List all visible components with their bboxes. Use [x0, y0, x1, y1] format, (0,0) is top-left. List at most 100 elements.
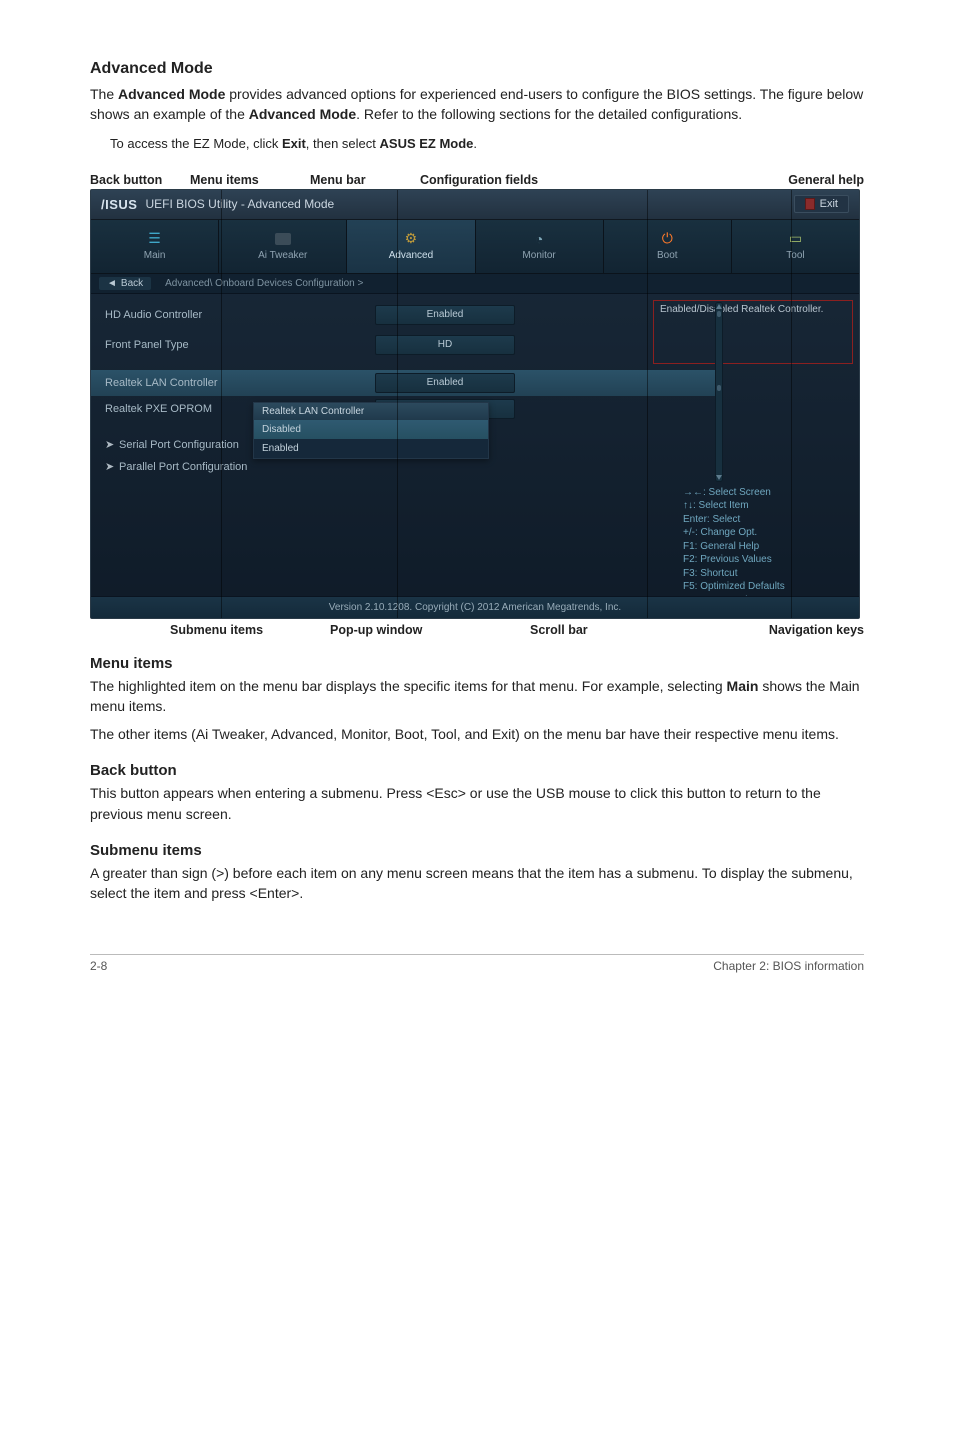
label-general-help: General help	[744, 173, 864, 187]
text-bold: Advanced Mode	[249, 106, 356, 122]
note-row: To access the EZ Mode, click Exit, then …	[90, 135, 864, 153]
version-bar: Version 2.10.1208. Copyright (C) 2012 Am…	[91, 596, 859, 618]
content-area: Enabled/Disabled Realtek Controller. HD …	[91, 294, 859, 594]
page-number: 2-8	[90, 959, 107, 973]
menu-items-paragraph-1: The highlighted item on the menu bar dis…	[90, 676, 864, 717]
text-bold: Main	[727, 678, 759, 694]
hint: F2: Previous Values	[683, 553, 851, 567]
submenu-items-heading: Submenu items	[90, 842, 864, 859]
label-scroll-bar: Scroll bar	[530, 623, 650, 637]
hint: F5: Optimized Defaults	[683, 580, 851, 594]
tab-label: Tool	[786, 250, 804, 261]
tab-monitor[interactable]: ◔ Monitor	[476, 220, 604, 273]
toolbox-icon: ▭	[786, 232, 804, 246]
gauge-icon: ◔	[530, 232, 548, 246]
hint: ↑↓: Select Item	[683, 499, 851, 513]
text-bold: Advanced Mode	[118, 86, 225, 102]
back-arrow-icon: ◄	[107, 278, 117, 289]
tab-advanced[interactable]: ⚙ Advanced	[347, 220, 475, 273]
breadcrumb-bar: ◄ Back Advanced\ Onboard Devices Configu…	[91, 274, 859, 294]
chevron-right-icon: ➤	[105, 438, 115, 451]
exit-door-icon	[805, 198, 815, 210]
label-submenu-items: Submenu items	[170, 623, 330, 637]
exit-button[interactable]: Exit	[794, 195, 849, 213]
label-menu-bar: Menu bar	[310, 173, 420, 187]
tab-main[interactable]: ☰ Main	[91, 220, 219, 273]
back-button-heading: Back button	[90, 762, 864, 779]
general-help-box: Enabled/Disabled Realtek Controller.	[653, 300, 853, 364]
back-button-paragraph: This button appears when entering a subm…	[90, 783, 864, 824]
asus-logo: /ISUS	[101, 197, 137, 212]
scroll-handle-top[interactable]	[717, 311, 721, 317]
text-bold: Exit	[282, 136, 306, 151]
hint: F1: General Help	[683, 540, 851, 554]
text: . Refer to the following sections for th…	[356, 106, 742, 122]
bottom-labels: Submenu items Pop-up window Scroll bar N…	[90, 623, 864, 637]
power-icon: ⏻	[658, 232, 676, 246]
guide-line	[647, 190, 648, 619]
submenu-items-paragraph: A greater than sign (>) before each item…	[90, 863, 864, 904]
text: The	[90, 86, 118, 102]
tab-label: Main	[144, 250, 166, 261]
tab-label: Boot	[657, 250, 678, 261]
hint: F3: Shortcut	[683, 567, 851, 581]
row-hd-audio[interactable]: HD Audio Controller Enabled	[105, 302, 709, 328]
hint: +/-: Change Opt.	[683, 526, 851, 540]
tab-ai-tweaker[interactable]: Ai Tweaker	[219, 220, 347, 273]
bios-header: /ISUS UEFI BIOS Utility - Advanced Mode …	[91, 190, 859, 220]
guide-line	[397, 190, 398, 619]
tab-boot[interactable]: ⏻ Boot	[604, 220, 732, 273]
gear-icon: ⚙	[402, 232, 420, 246]
popup-option-enabled[interactable]: Enabled	[254, 439, 488, 458]
chapter-label: Chapter 2: BIOS information	[713, 959, 864, 973]
menu-items-heading: Menu items	[90, 655, 864, 672]
page-footer: 2-8 Chapter 2: BIOS information	[90, 954, 864, 973]
back-label: Back	[121, 278, 143, 289]
advanced-mode-heading: Advanced Mode	[90, 60, 864, 78]
tab-tool[interactable]: ▭ Tool	[732, 220, 859, 273]
breadcrumb-path: Advanced\ Onboard Devices Configuration …	[165, 278, 363, 289]
row-realtek-lan[interactable]: Realtek LAN Controller Enabled	[91, 370, 723, 396]
bios-title: UEFI BIOS Utility - Advanced Mode	[145, 197, 334, 211]
popup-option-disabled[interactable]: Disabled	[254, 420, 488, 439]
top-labels: Back button Menu items Menu bar Configur…	[90, 173, 864, 187]
note-text: To access the EZ Mode, click Exit, then …	[110, 136, 477, 151]
label-navigation-keys: Navigation keys	[724, 623, 864, 637]
submenu-label: Parallel Port Configuration	[119, 461, 247, 473]
row-front-panel[interactable]: Front Panel Type HD	[105, 332, 709, 358]
text: , then select	[306, 136, 380, 151]
label-config-fields: Configuration fields	[420, 173, 610, 187]
list-icon: ☰	[146, 232, 164, 246]
popup-window: Realtek LAN Controller Disabled Enabled	[253, 402, 489, 459]
text-bold: ASUS EZ Mode	[380, 136, 474, 151]
text: To access the EZ Mode, click	[110, 136, 282, 151]
exit-label: Exit	[820, 198, 838, 210]
scrollbar[interactable]	[715, 302, 723, 482]
tab-label: Monitor	[522, 250, 555, 261]
wrench-icon	[274, 232, 292, 246]
label-back-button: Back button	[90, 173, 190, 187]
scroll-handle-btm[interactable]	[717, 385, 721, 391]
text: The highlighted item on the menu bar dis…	[90, 678, 727, 694]
hint: →←: Select Screen	[683, 486, 851, 500]
cfg-value[interactable]: Enabled	[375, 305, 515, 325]
back-button[interactable]: ◄ Back	[99, 277, 151, 290]
advanced-mode-paragraph: The Advanced Mode provides advanced opti…	[90, 84, 864, 125]
cfg-label: Realtek LAN Controller	[105, 377, 375, 389]
cfg-value[interactable]: HD	[375, 335, 515, 355]
text: .	[473, 136, 477, 151]
guide-line	[221, 190, 222, 619]
scroll-down-icon	[716, 475, 722, 480]
cfg-value[interactable]: Enabled	[375, 373, 515, 393]
tab-label: Advanced	[389, 250, 433, 261]
row-parallel-port[interactable]: ➤ Parallel Port Configuration	[105, 456, 709, 478]
cfg-label: HD Audio Controller	[105, 309, 375, 321]
chevron-right-icon: ➤	[105, 460, 115, 473]
hint: Enter: Select	[683, 513, 851, 527]
guide-line	[791, 190, 792, 619]
menu-items-paragraph-2: The other items (Ai Tweaker, Advanced, M…	[90, 724, 864, 744]
popup-title: Realtek LAN Controller	[254, 403, 488, 420]
cfg-label: Front Panel Type	[105, 339, 375, 351]
tab-label: Ai Tweaker	[258, 250, 307, 261]
bios-screenshot: /ISUS UEFI BIOS Utility - Advanced Mode …	[90, 189, 860, 619]
